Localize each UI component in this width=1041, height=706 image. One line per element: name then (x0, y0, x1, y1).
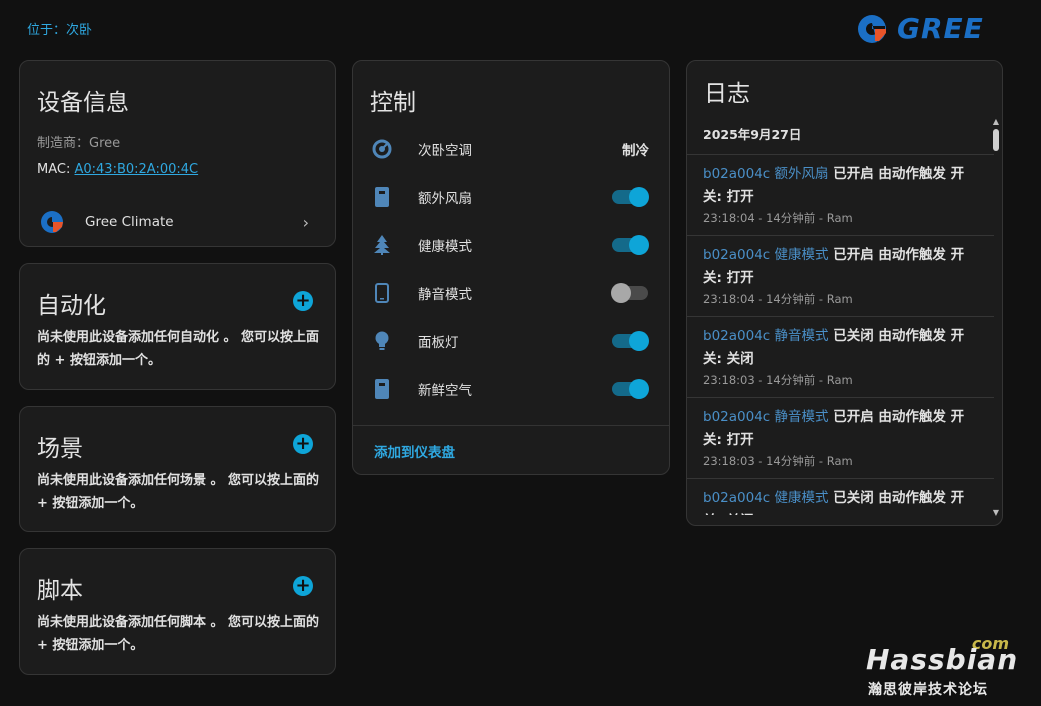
device-info-title: 设备信息 (37, 90, 129, 116)
log-entry: b02a004c 静音模式 已开启 由动作触发 开关: 打开 23:18:03 … (687, 397, 994, 478)
script-description: 尚未使用此设备添加任何脚本 。 您可以按上面的 + 按钮添加一个。 (37, 615, 320, 653)
control-row-quiet-mode: 静音模式 (353, 273, 669, 313)
mac-label: MAC: (37, 162, 75, 177)
control-label: 额外风扇 (418, 191, 472, 207)
log-entity-link[interactable]: b02a004c 静音模式 (703, 328, 829, 344)
control-row-panel-light: 面板灯 (353, 321, 669, 361)
log-meta: 23:18:04 - 14分钟前 - Ram (703, 211, 853, 225)
log-scrollbar[interactable]: ▲ ▼ (992, 117, 1000, 517)
phone-icon (372, 283, 392, 303)
remote-icon (372, 187, 392, 207)
control-label: 静音模式 (418, 287, 472, 303)
climate-state: 制冷 (622, 143, 649, 159)
quiet-mode-toggle[interactable] (611, 283, 648, 303)
log-entry: b02a004c 健康模式 已开启 由动作触发 开关: 打开 23:18:04 … (687, 235, 994, 316)
gree-logo-icon (858, 14, 886, 43)
add-to-dashboard-button[interactable]: 添加到仪表盘 (374, 441, 455, 461)
add-scene-button[interactable]: + (293, 434, 313, 454)
mac-link[interactable]: A0:43:B0:2A:00:4C (74, 162, 198, 177)
script-card: 脚本 + 尚未使用此设备添加任何脚本 。 您可以按上面的 + 按钮添加一个。 (19, 548, 336, 675)
control-row-health-mode: 健康模式 (353, 225, 669, 265)
integration-row[interactable]: Gree Climate › (20, 205, 335, 239)
log-entity-link[interactable]: b02a004c 额外风扇 (703, 166, 829, 182)
log-entity-link[interactable]: b02a004c 健康模式 (703, 490, 829, 506)
automation-description: 尚未使用此设备添加任何自动化 。 您可以按上面的 + 按钮添加一个。 (37, 330, 320, 368)
scene-description: 尚未使用此设备添加任何场景 。 您可以按上面的 + 按钮添加一个。 (37, 473, 320, 511)
scene-title: 场景 (37, 436, 83, 462)
control-label: 次卧空调 (418, 143, 472, 159)
control-row-climate[interactable]: 次卧空调 制冷 (353, 129, 669, 169)
log-list[interactable]: b02a004c 额外风扇 已开启 由动作触发 开关: 打开 23:18:04 … (687, 154, 994, 515)
breadcrumb[interactable]: 位于：次卧 (27, 19, 92, 38)
manufacturer-text: 制造商：Gree (37, 136, 121, 151)
control-card: 控制 次卧空调 制冷 额外风扇 健康模式 静音模式 面板灯 新鲜空气 添加到仪表… (352, 60, 670, 475)
chevron-right-icon: › (302, 213, 309, 232)
automation-card: 自动化 + 尚未使用此设备添加任何自动化 。 您可以按上面的 + 按钮添加一个。 (19, 263, 336, 390)
control-label: 新鲜空气 (418, 383, 472, 399)
log-entry: b02a004c 静音模式 已关闭 由动作触发 开关: 关闭 23:18:03 … (687, 316, 994, 397)
mac-line: MAC: A0:43:B0:2A:00:4C (37, 162, 198, 177)
device-info-card: 设备信息 制造商：Gree MAC: A0:43:B0:2A:00:4C Gre… (19, 60, 336, 247)
fresh-air-toggle[interactable] (612, 379, 649, 399)
control-row-fresh-air: 新鲜空气 (353, 369, 669, 409)
control-label: 面板灯 (418, 335, 459, 351)
integration-name: Gree Climate (85, 214, 174, 230)
scene-card: 场景 + 尚未使用此设备添加任何场景 。 您可以按上面的 + 按钮添加一个。 (19, 406, 336, 532)
gree-wordmark: GREE (897, 12, 984, 45)
extra-fan-toggle[interactable] (612, 187, 649, 207)
log-meta: 23:18:03 - 14分钟前 - Ram (703, 373, 853, 387)
log-entry: b02a004c 额外风扇 已开启 由动作触发 开关: 打开 23:18:04 … (687, 154, 994, 235)
log-date: 2025年9月27日 (703, 127, 802, 142)
panel-light-toggle[interactable] (612, 331, 649, 351)
watermark-subtitle: 瀚思彼岸技术论坛 (868, 682, 988, 698)
lightbulb-icon (372, 331, 392, 351)
thermostat-icon (372, 139, 392, 159)
add-automation-button[interactable]: + (293, 291, 313, 311)
scroll-down-icon[interactable]: ▼ (992, 508, 1000, 517)
log-meta: 23:18:04 - 14分钟前 - Ram (703, 292, 853, 306)
control-row-extra-fan: 额外风扇 (353, 177, 669, 217)
automation-title: 自动化 (37, 293, 106, 319)
script-title: 脚本 (37, 578, 83, 604)
log-meta: 23:18:03 - 14分钟前 - Ram (703, 454, 853, 468)
control-divider (353, 425, 669, 426)
log-entry: b02a004c 健康模式 已关闭 由动作触发 开关: 关闭 (687, 478, 994, 515)
add-script-button[interactable]: + (293, 576, 313, 596)
control-label: 健康模式 (418, 239, 472, 255)
gree-brand-logo: GREE (855, 12, 984, 45)
log-entity-link[interactable]: b02a004c 健康模式 (703, 247, 829, 263)
scroll-up-icon[interactable]: ▲ (992, 117, 1000, 126)
control-title: 控制 (370, 90, 416, 116)
health-mode-toggle[interactable] (612, 235, 649, 255)
log-entity-link[interactable]: b02a004c 静音模式 (703, 409, 829, 425)
scrollbar-thumb[interactable] (993, 129, 999, 151)
gree-logo-icon (41, 211, 63, 233)
log-title: 日志 (704, 81, 750, 107)
watermark-name: Hassbian (866, 643, 1019, 676)
log-card: 日志 2025年9月27日 b02a004c 额外风扇 已开启 由动作触发 开关… (686, 60, 1003, 526)
tree-icon (372, 235, 392, 255)
remote-icon (372, 379, 392, 399)
